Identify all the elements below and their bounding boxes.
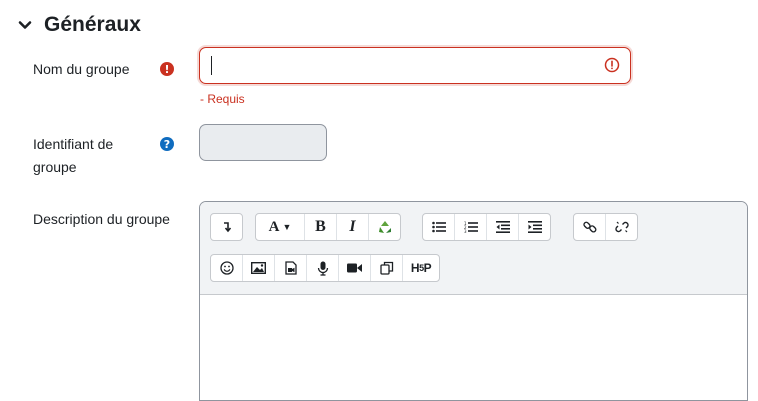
toolbar-group-style: A ▼ B I: [255, 213, 401, 241]
microphone-icon[interactable]: [307, 255, 339, 281]
required-message: - Requis: [200, 92, 245, 106]
copy-icon[interactable]: [371, 255, 403, 281]
toolbar-group-links: [573, 213, 638, 241]
bullet-list-icon[interactable]: [423, 214, 455, 240]
font-size-icon[interactable]: A ▼: [256, 214, 305, 240]
group-id-label-line2: groupe: [33, 159, 77, 175]
link-icon[interactable]: [574, 214, 606, 240]
image-icon[interactable]: [243, 255, 275, 281]
description-label: Description du groupe: [33, 211, 170, 227]
toolbar-group-media: H5P: [210, 254, 440, 282]
h5p-icon[interactable]: H5P: [403, 255, 439, 281]
section-title: Généraux: [44, 13, 141, 36]
group-id-label-line1: Identifiant de: [33, 136, 114, 152]
group-id-input[interactable]: [199, 124, 327, 161]
indent-icon[interactable]: [519, 214, 550, 240]
editor-toolbar: A ▼ B I 123 H 5 P: [200, 202, 747, 295]
group-name-label: Nom du groupe: [33, 61, 130, 77]
group-name-input[interactable]: [199, 47, 631, 84]
svg-text:3: 3: [464, 229, 467, 233]
toolbar-group-lists: 123: [422, 213, 551, 241]
toggle-toolbar-icon[interactable]: [211, 214, 242, 240]
emoji-icon[interactable]: [211, 255, 243, 281]
section-header: Généraux: [16, 8, 141, 42]
required-icon: !: [160, 62, 174, 76]
description-editor[interactable]: A ▼ B I 123 H 5 P: [199, 201, 748, 401]
italic-icon[interactable]: I: [337, 214, 369, 240]
error-icon: [604, 57, 620, 73]
media-icon[interactable]: [275, 255, 307, 281]
text-caret: [211, 56, 212, 75]
toolbar-group-collapse: [210, 213, 243, 241]
outdent-icon[interactable]: [487, 214, 519, 240]
video-icon[interactable]: [339, 255, 371, 281]
chevron-down-icon[interactable]: [16, 16, 34, 34]
bold-icon[interactable]: B: [305, 214, 337, 240]
help-icon[interactable]: ?: [160, 137, 174, 151]
numbered-list-icon[interactable]: 123: [455, 214, 487, 240]
recycle-icon[interactable]: [369, 214, 400, 240]
unlink-icon[interactable]: [606, 214, 637, 240]
